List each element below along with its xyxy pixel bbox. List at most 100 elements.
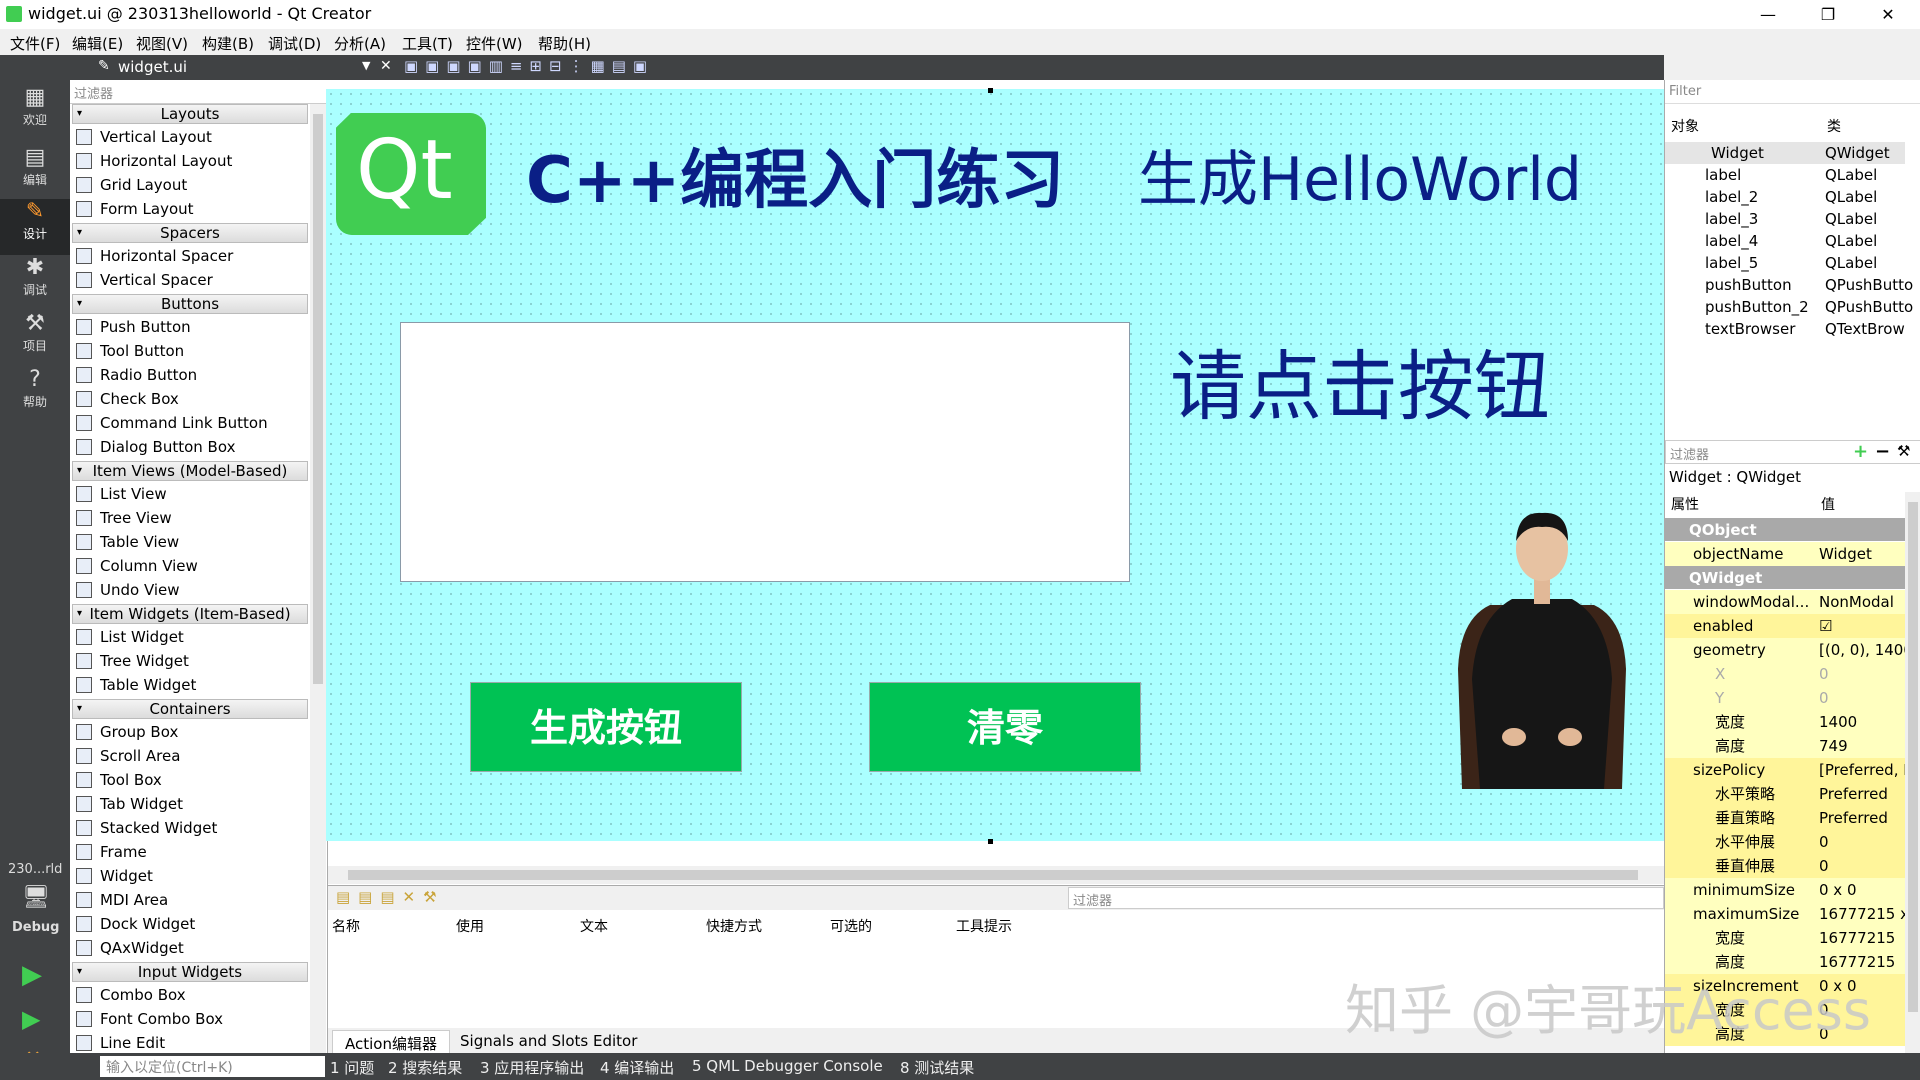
widget-item[interactable]: Dock Widget — [74, 912, 195, 936]
property-section[interactable]: QObject — [1665, 518, 1905, 542]
debug-run-icon[interactable]: ▶ — [22, 1005, 40, 1033]
text-browser[interactable] — [400, 322, 1130, 582]
widget-item[interactable]: Grid Layout — [74, 173, 187, 197]
widget-item[interactable]: Combo Box — [74, 983, 186, 1007]
output-tab[interactable]: 4 编译输出 — [600, 1057, 674, 1078]
output-tab[interactable]: 5 QML Debugger Console — [692, 1057, 883, 1075]
widget-item[interactable]: Push Button — [74, 315, 191, 339]
widget-item[interactable]: MDI Area — [74, 888, 168, 912]
property-row[interactable]: 宽度 1400 — [1665, 710, 1905, 734]
property-value[interactable]: Preferred — [1815, 806, 1905, 830]
canvas-scrollbar-thumb[interactable] — [348, 870, 1638, 880]
generate-button[interactable]: 生成按钮 — [470, 682, 742, 772]
widget-item[interactable]: List Widget — [74, 625, 184, 649]
widget-item[interactable]: Group Box — [74, 720, 178, 744]
object-row[interactable]: pushButton QPushButto — [1665, 274, 1913, 296]
kit-config[interactable]: Debug — [12, 920, 59, 935]
menu-edit[interactable]: 编辑(E) — [72, 33, 123, 54]
property-row[interactable]: windowModal... NonModal — [1665, 590, 1905, 614]
property-scrollbar[interactable] — [1905, 492, 1920, 1053]
canvas-scrollbar[interactable] — [328, 866, 1664, 884]
widget-item[interactable]: Tree Widget — [74, 649, 189, 673]
property-value[interactable]: Preferred — [1815, 782, 1905, 806]
property-value[interactable]: 16777215 x — [1815, 902, 1905, 926]
menu-tools[interactable]: 工具(T) — [402, 33, 453, 54]
property-value[interactable]: 749 — [1815, 734, 1905, 758]
widget-category[interactable]: ▾ Layouts — [72, 104, 308, 124]
widget-category[interactable]: ▾ Buttons — [72, 294, 308, 314]
widget-item[interactable]: Column View — [74, 554, 198, 578]
widget-item[interactable]: Table Widget — [74, 673, 196, 697]
widgetbox-filter-input[interactable]: 过滤器 — [70, 80, 328, 104]
widget-item[interactable]: List View — [74, 482, 167, 506]
property-row[interactable]: minimumSize 0 x 0 — [1665, 878, 1905, 902]
widget-item[interactable]: Form Layout — [74, 197, 194, 221]
run-icon[interactable]: ▶ — [22, 960, 42, 990]
widget-item[interactable]: QAxWidget — [74, 936, 184, 960]
selection-handle-top[interactable] — [988, 88, 993, 93]
menu-debug[interactable]: 调试(D) — [268, 33, 321, 54]
selection-handle-bottom[interactable] — [988, 839, 993, 844]
object-row[interactable]: pushButton_2 QPushButto — [1665, 296, 1913, 318]
property-row[interactable]: sizePolicy [Preferred, I — [1665, 758, 1905, 782]
widget-item[interactable]: Vertical Spacer — [74, 268, 213, 292]
editor-filename[interactable]: widget.ui — [118, 58, 187, 76]
widget-item[interactable]: Vertical Layout — [74, 125, 212, 149]
widget-item[interactable]: Frame — [74, 840, 147, 864]
property-value[interactable]: 0 x 0 — [1815, 878, 1905, 902]
wrench-icon[interactable]: ⚒ — [1897, 442, 1910, 460]
label-prompt[interactable]: 请点击按钮 — [1170, 325, 1550, 435]
property-value[interactable]: 0 — [1815, 686, 1905, 710]
widget-category[interactable]: ▾ Input Widgets — [72, 962, 308, 982]
object-row[interactable]: label_4 QLabel — [1665, 230, 1905, 252]
output-tab[interactable]: 3 应用程序输出 — [480, 1057, 584, 1078]
property-row[interactable]: 水平伸展 0 — [1665, 830, 1905, 854]
mode-help[interactable]: ? 帮助 — [0, 367, 70, 423]
menu-analyze[interactable]: 分析(A) — [334, 33, 386, 54]
widget-item[interactable]: Horizontal Spacer — [74, 244, 233, 268]
property-value[interactable]: 0 — [1815, 854, 1905, 878]
mode-edit[interactable]: ▤ 编辑 — [0, 145, 70, 201]
widget-item[interactable]: Horizontal Layout — [74, 149, 232, 173]
property-row[interactable]: 垂直伸展 0 — [1665, 854, 1905, 878]
object-row[interactable]: textBrowser QTextBrow — [1665, 318, 1905, 340]
chevron-down-icon[interactable]: ▼ — [362, 59, 370, 72]
widget-item[interactable]: Table View — [74, 530, 179, 554]
widget-item[interactable]: Tree View — [74, 506, 172, 530]
property-row[interactable]: 高度 749 — [1665, 734, 1905, 758]
property-row[interactable]: Y0 — [1665, 686, 1905, 710]
locator-input[interactable]: 输入以定位(Ctrl+K) — [100, 1056, 325, 1077]
action-toolbar-icons[interactable]: ▤▤▤✕⚒ — [336, 888, 445, 906]
widget-item[interactable]: Tool Box — [74, 768, 162, 792]
property-row[interactable]: maximumSize 16777215 x — [1665, 902, 1905, 926]
widget-item[interactable]: Undo View — [74, 578, 180, 602]
widget-category[interactable]: ▾ Item Views (Model-Based) — [72, 461, 308, 481]
widget-category[interactable]: ▾ Item Widgets (Item-Based) — [72, 604, 308, 624]
object-row[interactable]: label_2 QLabel — [1665, 186, 1905, 208]
monitor-icon[interactable]: 🖥 — [22, 885, 50, 910]
property-section[interactable]: QWidget — [1665, 566, 1905, 590]
widget-category[interactable]: ▾ Containers — [72, 699, 308, 719]
widget-item[interactable]: Tab Widget — [74, 792, 183, 816]
menu-view[interactable]: 视图(V) — [136, 33, 188, 54]
mode-welcome[interactable]: ▦ 欢迎 — [0, 85, 70, 141]
widget-item[interactable]: Font Combo Box — [74, 1007, 223, 1031]
menu-help[interactable]: 帮助(H) — [538, 33, 591, 54]
property-value[interactable] — [1815, 566, 1905, 590]
column-header[interactable]: 名称 — [332, 916, 360, 936]
property-row[interactable]: 水平策略 Preferred — [1665, 782, 1905, 806]
property-value[interactable]: NonModal — [1815, 590, 1905, 614]
kit-project[interactable]: 230...rld — [8, 862, 62, 877]
menu-build[interactable]: 构建(B) — [202, 33, 254, 54]
menu-file[interactable]: 文件(F) — [10, 33, 60, 54]
property-value[interactable]: ☑ — [1815, 614, 1905, 638]
widget-category[interactable]: ▾ Spacers — [72, 223, 308, 243]
widget-item[interactable]: Check Box — [74, 387, 179, 411]
column-header[interactable]: 可选的 — [830, 916, 872, 936]
menu-controls[interactable]: 控件(W) — [466, 33, 523, 54]
mode-design[interactable]: ✎ 设计 — [0, 199, 70, 255]
label-title[interactable]: C++编程入门练习 — [526, 129, 1064, 221]
property-value[interactable]: 0 — [1815, 830, 1905, 854]
column-header[interactable]: 快捷方式 — [706, 916, 762, 936]
object-row[interactable]: label_3 QLabel — [1665, 208, 1905, 230]
